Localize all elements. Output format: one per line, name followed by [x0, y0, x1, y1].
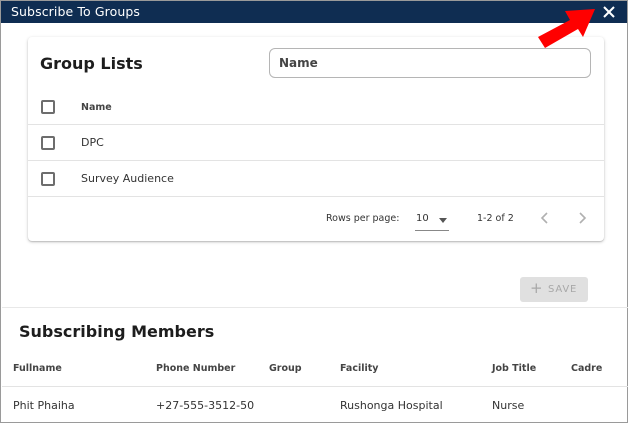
- row-checkbox[interactable]: [41, 172, 55, 186]
- members-header-divider: [2, 386, 628, 387]
- column-header-group: Group: [269, 363, 302, 374]
- dropdown-caret-icon: [439, 218, 447, 223]
- column-header-name: Name: [81, 102, 112, 113]
- column-header-cadre: Cadre: [571, 363, 603, 374]
- select-all-checkbox[interactable]: [41, 100, 55, 114]
- column-header-job-title: Job Title: [492, 363, 537, 374]
- group-lists-title: Group Lists: [40, 54, 143, 73]
- table-row[interactable]: Survey Audience: [28, 161, 604, 197]
- save-button[interactable]: + SAVE: [520, 277, 588, 302]
- column-header-phone-number: Phone Number: [156, 363, 236, 374]
- member-fullname-cell: Phit Phaiha: [13, 399, 75, 412]
- section-divider: [2, 307, 628, 308]
- save-button-label: SAVE: [548, 284, 578, 295]
- table-row[interactable]: DPC: [28, 125, 604, 161]
- rows-per-page-select[interactable]: 10: [415, 209, 449, 231]
- subscribe-dialog: Subscribe To Groups Group Lists Name DPC…: [0, 0, 628, 423]
- member-phone-cell: +27-555-3512-50: [156, 399, 255, 412]
- plus-icon: +: [530, 279, 544, 297]
- subscribing-members-title: Subscribing Members: [19, 322, 215, 341]
- group-name-cell: Survey Audience: [81, 172, 174, 185]
- pagination-range: 1-2 of 2: [477, 213, 514, 224]
- chevron-right-icon[interactable]: [574, 210, 590, 226]
- close-icon[interactable]: [599, 2, 619, 22]
- chevron-left-icon[interactable]: [537, 210, 553, 226]
- red-arrow-pointer-icon: [538, 9, 595, 48]
- table-header-row: Name: [28, 89, 604, 125]
- group-name-cell: DPC: [81, 136, 104, 149]
- column-header-fullname: Fullname: [13, 363, 62, 374]
- rows-per-page-value: 10: [416, 213, 429, 224]
- row-checkbox[interactable]: [41, 136, 55, 150]
- dialog-title: Subscribe To Groups: [11, 4, 140, 19]
- table-pagination: Rows per page: 10 1-2 of 2: [28, 198, 604, 241]
- member-job-title-cell: Nurse: [492, 399, 525, 412]
- column-header-facility: Facility: [340, 363, 379, 374]
- group-lists-card: Group Lists Name DPC Survey Audience Row…: [28, 37, 604, 241]
- rows-per-page-label: Rows per page:: [326, 213, 400, 224]
- member-facility-cell: Rushonga Hospital: [340, 399, 443, 412]
